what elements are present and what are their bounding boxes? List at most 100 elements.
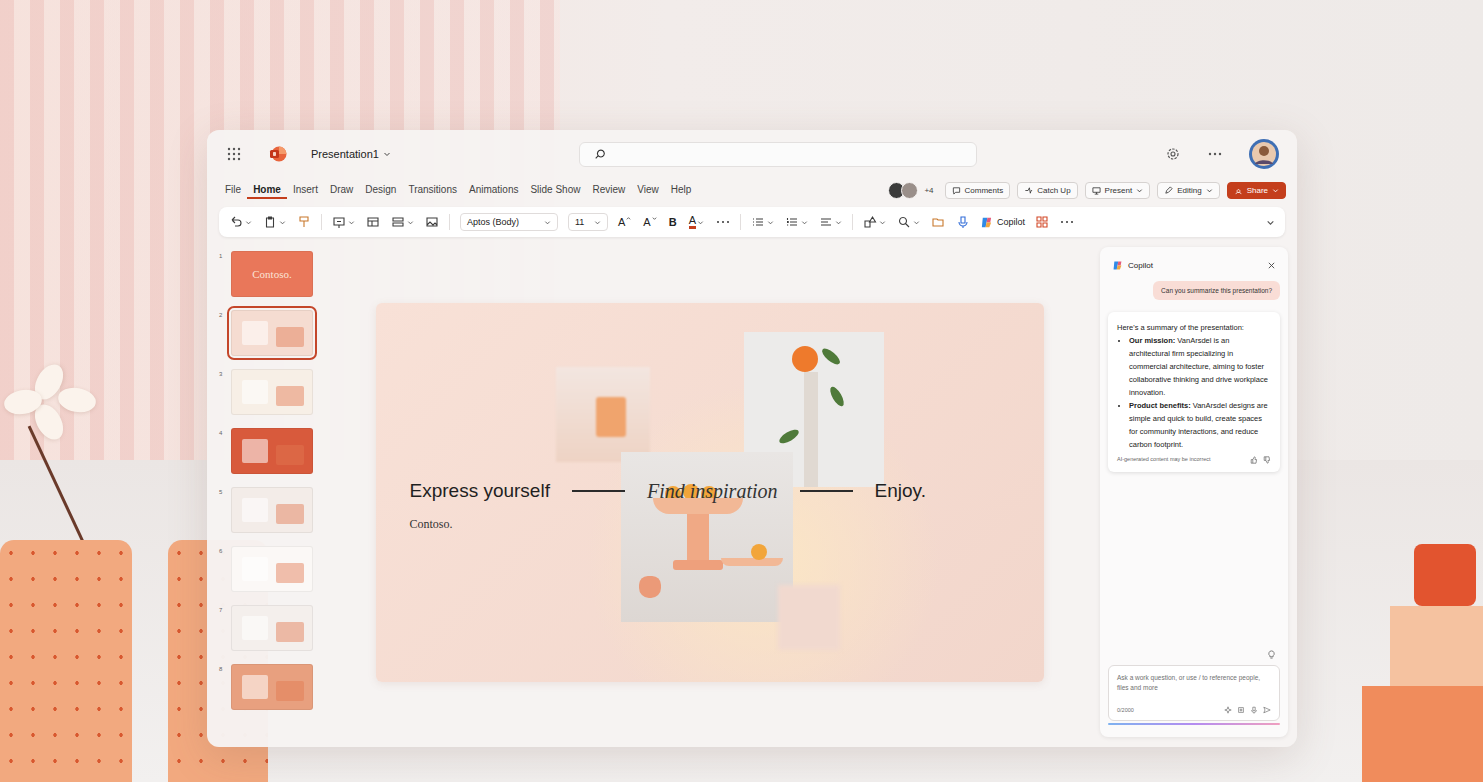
slide-number: 8 <box>219 664 225 672</box>
slide-thumbnail[interactable] <box>231 664 313 710</box>
toy-block <box>1390 606 1483 686</box>
response-point: Product benefits: VanArsdel designs are … <box>1129 399 1271 451</box>
mic-button[interactable] <box>956 215 970 229</box>
photo-object <box>777 427 801 446</box>
numbering-button[interactable] <box>785 215 808 229</box>
chevron-down-icon <box>279 219 286 226</box>
slide-thumbnail[interactable] <box>231 369 313 415</box>
action-button[interactable]: Catch Up <box>1017 182 1077 199</box>
send-icon[interactable] <box>1263 706 1271 714</box>
response-footer: AI-generated content may be incorrect <box>1117 455 1271 464</box>
ribbon-tab[interactable]: Draw <box>324 181 359 199</box>
document-title[interactable]: Presentation1 <box>311 148 391 160</box>
undo-button[interactable] <box>229 215 252 229</box>
more-options-icon[interactable] <box>1207 151 1223 157</box>
ribbon-tab[interactable]: File <box>219 181 247 199</box>
ribbon-tab[interactable]: Design <box>359 181 402 199</box>
microphone-icon[interactable] <box>1250 706 1258 714</box>
ribbon-tab[interactable]: Home <box>247 181 287 199</box>
slide-headline[interactable]: Express yourselfFind inspirationEnjoy. <box>410 480 1044 503</box>
font-size-dropdown[interactable]: 11 <box>568 213 608 231</box>
ribbon-tab[interactable]: View <box>631 181 665 199</box>
close-icon[interactable] <box>1267 261 1276 270</box>
paste-button[interactable] <box>263 215 286 229</box>
format-letter: A <box>643 216 650 228</box>
grow-button[interactable]: A <box>618 216 631 228</box>
library-button[interactable] <box>931 215 945 229</box>
action-button[interactable]: Share <box>1227 182 1286 199</box>
bold-button[interactable]: B <box>669 216 677 228</box>
painter-button[interactable] <box>297 215 311 229</box>
catchup-icon <box>1024 186 1033 195</box>
ribbon-tab[interactable]: Transitions <box>402 181 463 199</box>
action-button[interactable]: Editing <box>1157 182 1219 199</box>
slide-canvas[interactable]: Express yourselfFind inspirationEnjoy. Co… <box>376 303 1044 682</box>
shrink-button[interactable]: A <box>643 216 656 228</box>
chevron-down-icon <box>348 219 355 226</box>
bullets-button[interactable] <box>751 215 774 229</box>
ribbon-tab[interactable]: Review <box>586 181 631 199</box>
align-button[interactable] <box>819 215 842 229</box>
thumbnail-image <box>242 380 268 404</box>
slide-thumbnail[interactable]: Contoso. <box>231 251 313 297</box>
paste-icon <box>263 215 277 229</box>
font-family-dropdown[interactable]: Aptos (Body) <box>460 213 558 231</box>
search-box[interactable] <box>579 142 977 167</box>
thumbs-up-icon[interactable] <box>1250 456 1258 464</box>
slide-number: 2 <box>219 310 225 318</box>
ribbon-tab[interactable]: Animations <box>463 181 524 199</box>
font-format-group: AABA <box>618 215 730 229</box>
slide-thumbnail[interactable] <box>231 605 313 651</box>
flower-stem <box>28 425 86 544</box>
slide-phrase: Express yourself <box>410 480 550 502</box>
photo-object <box>827 384 846 408</box>
thumbnail-image <box>276 327 304 347</box>
sparkle-icon[interactable] <box>1224 706 1232 714</box>
prompt-guide-icon[interactable] <box>1267 650 1276 659</box>
slide-thumbnail[interactable] <box>231 428 313 474</box>
slide-brand[interactable]: Contoso. <box>410 517 1044 532</box>
slide-thumbnail[interactable] <box>231 546 313 592</box>
layout-icon <box>366 215 380 229</box>
photo-object <box>639 576 661 598</box>
picture-button[interactable] <box>425 215 439 229</box>
slide-number: 5 <box>219 487 225 495</box>
copilot-button[interactable]: Copilot <box>980 216 1025 229</box>
shapes-button[interactable] <box>863 215 886 229</box>
slide-thumbnail[interactable] <box>231 310 313 356</box>
copilot-response: Here's a summary of the presentation:Our… <box>1108 312 1280 472</box>
designer-button[interactable] <box>1035 215 1049 229</box>
slide-thumbnail[interactable] <box>231 487 313 533</box>
chevron-down-icon <box>767 219 774 226</box>
slide-photo[interactable] <box>621 452 793 622</box>
response-point: Our mission: VanArsdel is an architectur… <box>1129 334 1271 399</box>
slide-photo[interactable] <box>556 367 650 462</box>
settings-gear-icon[interactable] <box>1165 146 1181 162</box>
app-launcher-icon[interactable] <box>227 147 241 161</box>
color-button[interactable]: A <box>689 215 704 229</box>
section-button[interactable] <box>391 215 414 229</box>
attach-icon[interactable] <box>1237 706 1245 714</box>
action-button[interactable]: Present <box>1085 182 1151 199</box>
expand-ribbon-icon[interactable] <box>1266 218 1275 227</box>
more-font-options-icon[interactable] <box>716 219 730 225</box>
thumbnail-image <box>242 616 268 640</box>
ribbon-tab[interactable]: Slide Show <box>524 181 586 199</box>
find-button[interactable] <box>897 215 920 229</box>
slide-divider-line <box>800 490 853 492</box>
ribbon-tab[interactable]: Help <box>665 181 698 199</box>
action-button[interactable]: Comments <box>945 182 1011 199</box>
more-tools-icon[interactable] <box>1060 219 1074 225</box>
new-slide-button[interactable] <box>332 215 355 229</box>
thumbnail-image <box>276 681 304 701</box>
slide-photo[interactable] <box>778 585 840 650</box>
profile-avatar-icon[interactable] <box>1249 139 1279 169</box>
thumbs-down-icon[interactable] <box>1263 456 1271 464</box>
ribbon-tab[interactable]: Insert <box>287 181 324 199</box>
title-bar-right <box>1165 139 1279 169</box>
layout-button[interactable] <box>366 215 380 229</box>
copilot-logo-icon <box>1112 260 1123 271</box>
collaborators[interactable]: +4 <box>888 182 933 199</box>
thumbnail-caption: Contoso. <box>252 268 291 280</box>
copilot-input[interactable]: Ask a work question, or use / to referen… <box>1108 665 1280 721</box>
